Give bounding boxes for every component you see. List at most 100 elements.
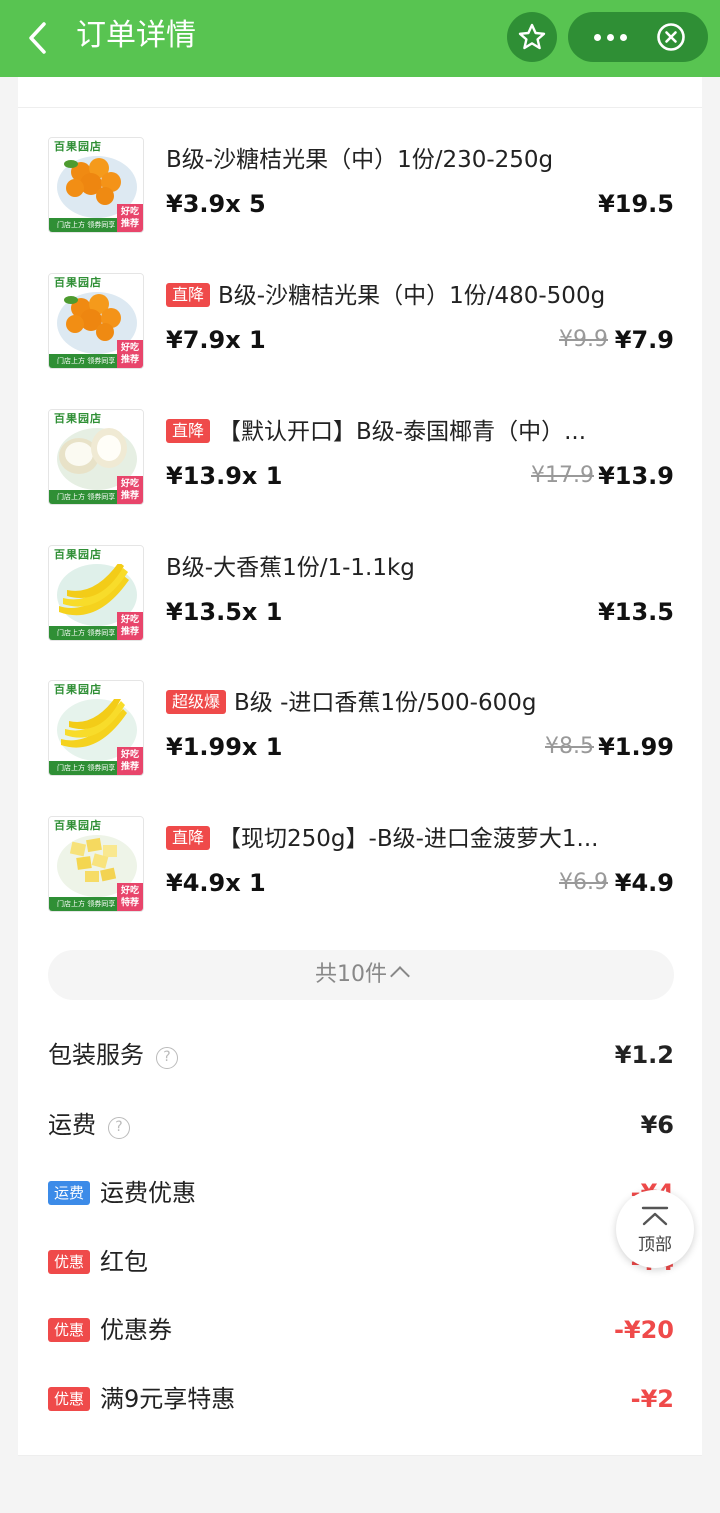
image-ribbon: 好吃推荐 xyxy=(117,340,143,368)
fee-badge: 优惠 xyxy=(48,1318,91,1342)
help-icon[interactable]: ? xyxy=(108,1117,130,1139)
unit-price-quantity: ¥1.99x 1 xyxy=(166,733,283,761)
original-price: ¥9.9 xyxy=(559,327,608,352)
unit-price-quantity: ¥7.9x 1 xyxy=(166,326,266,354)
product-name: 【现切250g】-B级-进口金菠萝大1... xyxy=(218,826,599,852)
original-price: ¥17.9 xyxy=(531,463,594,488)
product-name: B级-沙糖桔光果（中）1份/480-500g xyxy=(218,283,606,309)
image-ribbon: 好吃推荐 xyxy=(117,476,143,504)
brand-logo: 百果园店 xyxy=(49,138,143,156)
page-title: 订单详情 xyxy=(76,18,196,53)
product-name-row: 直降 【默认开口】B级-泰国椰青（中）... xyxy=(166,415,676,449)
image-banner: 门店上方 领券同享 xyxy=(49,761,119,775)
brand-logo: 百果园店 xyxy=(49,274,143,292)
collapse-label: 共10件 xyxy=(315,962,387,987)
product-image[interactable]: 百果园店门店上方 领券同享 好吃推荐 xyxy=(48,680,144,776)
favorite-button[interactable] xyxy=(507,12,557,62)
product-name: 【默认开口】B级-泰国椰青（中）... xyxy=(218,419,587,445)
divider xyxy=(18,1455,702,1456)
fee-badge: 优惠 xyxy=(48,1387,91,1411)
item-total: ¥13.5 xyxy=(598,598,674,626)
star-icon xyxy=(518,23,546,50)
fee-label: 满9元享特惠 xyxy=(100,1385,236,1413)
fee-row: 优惠 优惠券 -¥20 xyxy=(48,1310,674,1350)
discount-tag: 直降 xyxy=(166,419,211,443)
image-ribbon: 好吃推荐 xyxy=(117,612,143,640)
fee-badge: 运费 xyxy=(48,1181,91,1205)
discount-tag: 直降 xyxy=(166,283,211,307)
product-image[interactable]: 百果园店门店上方 领券同享 好吃推荐 xyxy=(48,545,144,641)
order-item[interactable]: 百果园店 门店上方 领券同享 好吃推荐 直降 B级-沙糖桔光果（中）1份/480-500… xyxy=(48,273,674,373)
brand-logo: 百果园店 xyxy=(49,410,143,428)
fee-row: 运费? ¥6 xyxy=(48,1105,674,1145)
order-item[interactable]: 百果园店门店上方 领券同享 好吃推荐 B级-沙糖桔光果（中）1份/230-250g ¥… xyxy=(48,137,674,237)
order-item[interactable]: 百果园店 门店上方 领券同享 好吃推荐 超级爆 B级 -进口香蕉1份/500-600g ¥… xyxy=(48,680,674,780)
item-total: ¥4.9 xyxy=(614,869,674,897)
unit-price-quantity: ¥3.9x 5 xyxy=(166,190,266,218)
image-banner: 门店上方 领券同享 xyxy=(49,218,119,232)
product-name: B级-大香蕉1份/1-1.1kg xyxy=(166,555,415,581)
unit-price-quantity: ¥4.9x 1 xyxy=(166,869,266,897)
item-total: ¥13.9 xyxy=(598,462,674,490)
product-name-row: 直降 【现切250g】-B级-进口金菠萝大1... xyxy=(166,822,676,856)
product-image[interactable]: 百果园店门店上方 领券同享 好吃推荐 xyxy=(48,137,144,233)
help-icon[interactable]: ? xyxy=(156,1047,178,1069)
brand-logo: 百果园店 xyxy=(49,546,143,564)
fee-value: -¥20 xyxy=(613,1316,674,1344)
fee-row: 优惠红包-¥4 xyxy=(48,1242,674,1282)
image-banner: 门店上方 领券同享 xyxy=(49,897,119,911)
unit-price-quantity: ¥13.9x 1 xyxy=(166,462,283,490)
fee-label: 运费优惠 xyxy=(100,1179,197,1207)
product-name-row: 直降 B级-沙糖桔光果（中）1份/480-500g xyxy=(166,279,676,313)
image-banner: 门店上方 领券同享 xyxy=(49,490,119,504)
fee-value: ¥1.2 xyxy=(614,1041,674,1069)
product-name: B级 -进口香蕉1份/500-600g xyxy=(234,690,537,716)
fee-row: 运费运费优惠-¥4 xyxy=(48,1173,674,1213)
item-total: ¥19.5 xyxy=(598,190,674,218)
fee-value: ¥6 xyxy=(640,1111,674,1139)
order-item[interactable]: 百果园店 门店上方 领券同享 好吃推荐 直降 【默认开口】B级-泰国椰青（中）... ¥1… xyxy=(48,409,674,509)
product-name-row: B级-沙糖桔光果（中）1份/230-250g xyxy=(166,143,676,177)
mini-program-capsule xyxy=(568,12,708,62)
divider xyxy=(18,107,702,108)
product-image[interactable]: 百果园店门店上方 领券同享 好吃特荐 xyxy=(48,816,144,912)
close-icon[interactable] xyxy=(656,22,686,52)
original-price: ¥8.5 xyxy=(545,734,594,759)
order-item[interactable]: 百果园店门店上方 领券同享 好吃推荐 B级-大香蕉1份/1-1.1kg ¥13.5x … xyxy=(48,545,674,645)
unit-price-quantity: ¥13.5x 1 xyxy=(166,598,283,626)
fee-row: 优惠 满9元享特惠 -¥2 xyxy=(48,1379,674,1419)
product-name: B级-沙糖桔光果（中）1份/230-250g xyxy=(166,147,554,173)
product-name-row: 超级爆 B级 -进口香蕉1份/500-600g xyxy=(166,686,676,720)
fee-row: 包装服务? ¥1.2 xyxy=(48,1035,674,1075)
image-ribbon: 好吃推荐 xyxy=(117,747,143,775)
fee-value: -¥2 xyxy=(630,1385,674,1413)
brand-logo: 百果园店 xyxy=(49,817,143,835)
item-total: ¥1.99 xyxy=(598,733,674,761)
fee-label: 优惠券 xyxy=(100,1316,173,1344)
product-image[interactable]: 百果园店门店上方 领券同享 好吃推荐 xyxy=(48,273,144,369)
more-icon[interactable] xyxy=(580,12,640,62)
chevron-up-icon xyxy=(390,966,410,986)
image-ribbon: 好吃特荐 xyxy=(117,883,143,911)
brand-logo: 百果园店 xyxy=(49,681,143,699)
fee-label: 包装服务 xyxy=(48,1041,144,1069)
order-item[interactable]: 百果园店 门店上方 领券同享 好吃特荐 直降 【现切250g】-B级-进口金菠萝大1..… xyxy=(48,816,674,916)
item-total: ¥7.9 xyxy=(614,326,674,354)
original-price: ¥6.9 xyxy=(559,870,608,895)
image-banner: 门店上方 领券同享 xyxy=(49,354,119,368)
fee-label: 运费 xyxy=(48,1111,96,1139)
nav-header: 订单详情 xyxy=(0,0,720,77)
image-banner: 门店上方 领券同享 xyxy=(49,626,119,640)
fee-badge: 优惠 xyxy=(48,1250,91,1274)
discount-tag: 直降 xyxy=(166,826,211,850)
image-ribbon: 好吃推荐 xyxy=(117,204,143,232)
fee-label: 红包 xyxy=(100,1248,149,1276)
discount-tag: 超级爆 xyxy=(166,690,227,714)
collapse-items-button[interactable]: 共10件 xyxy=(48,950,674,1000)
product-name-row: B级-大香蕉1份/1-1.1kg xyxy=(166,551,676,585)
product-image[interactable]: 百果园店门店上方 领券同享 好吃推荐 xyxy=(48,409,144,505)
arrow-up-icon xyxy=(641,1206,669,1226)
order-card: 百果园店 门店上方 领券同享 好吃推荐 B级-沙糖桔光果（中）1份/230-250g ¥… xyxy=(18,77,702,1456)
back-to-top-button[interactable]: 顶部 xyxy=(616,1190,694,1268)
back-icon[interactable] xyxy=(20,18,60,58)
